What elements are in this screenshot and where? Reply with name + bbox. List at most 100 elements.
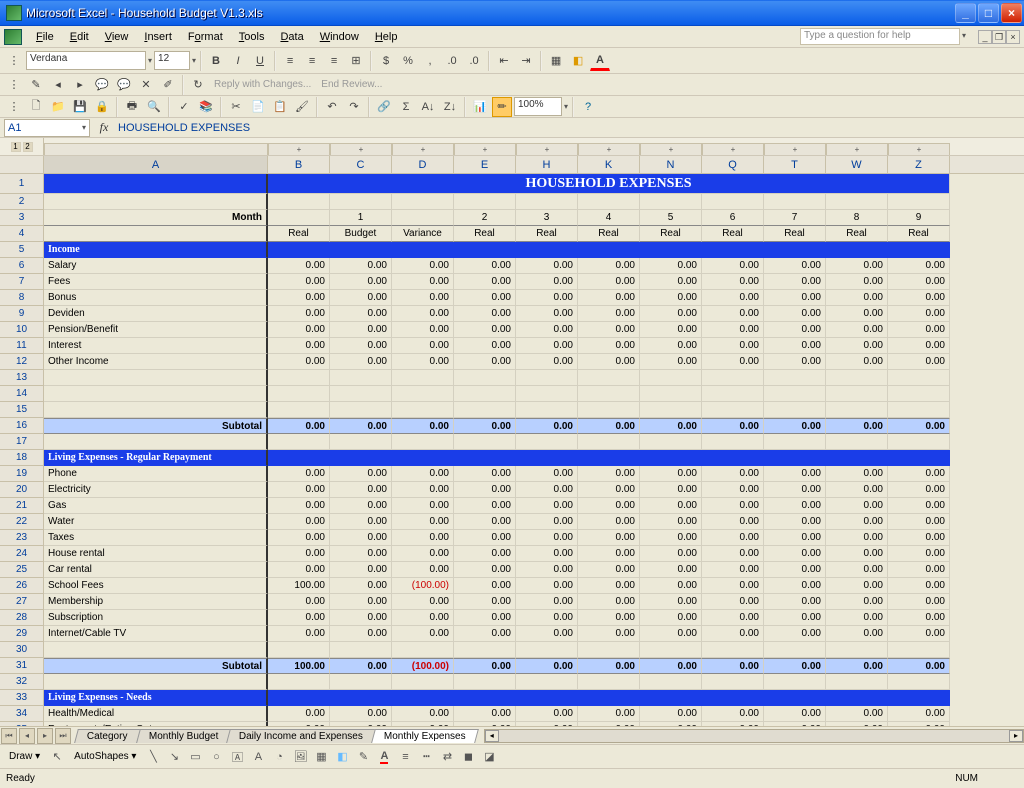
autosum-button[interactable]: Σ xyxy=(396,97,416,117)
maximize-button[interactable]: □ xyxy=(978,3,999,23)
cell[interactable]: 0.00 xyxy=(826,514,888,530)
decrease-indent-button[interactable]: ⇤ xyxy=(494,51,514,71)
handle-icon[interactable]: ⋮ xyxy=(4,75,24,95)
cell[interactable]: Subtotal xyxy=(44,418,268,434)
cell[interactable] xyxy=(392,690,454,706)
cell[interactable]: 0.00 xyxy=(392,418,454,434)
cell[interactable]: 0.00 xyxy=(392,706,454,722)
cut-button[interactable]: ✂ xyxy=(226,97,246,117)
cell[interactable]: 0.00 xyxy=(764,482,826,498)
cell[interactable]: 0.00 xyxy=(330,706,392,722)
save-button[interactable]: 💾 xyxy=(70,97,90,117)
row-header-24[interactable]: 24 xyxy=(0,546,44,562)
cell[interactable] xyxy=(888,194,950,210)
cell[interactable]: 0.00 xyxy=(578,338,640,354)
cell[interactable] xyxy=(888,674,950,690)
cell[interactable]: 0.00 xyxy=(330,578,392,594)
cell[interactable] xyxy=(268,402,330,418)
cell[interactable]: 0.00 xyxy=(888,562,950,578)
cell[interactable]: 0.00 xyxy=(330,466,392,482)
cell[interactable]: 0.00 xyxy=(888,514,950,530)
cell[interactable]: 0.00 xyxy=(578,482,640,498)
cell[interactable]: 0.00 xyxy=(330,610,392,626)
sheet-title-cell[interactable]: HOUSEHOLD EXPENSES xyxy=(268,174,950,194)
sort-asc-button[interactable]: A↓ xyxy=(418,97,438,117)
cell[interactable]: 0.00 xyxy=(516,578,578,594)
cell[interactable]: 0.00 xyxy=(392,322,454,338)
cell[interactable]: Real xyxy=(702,226,764,242)
cell[interactable]: 0.00 xyxy=(702,626,764,642)
open-button[interactable]: 📁 xyxy=(48,97,68,117)
cell[interactable] xyxy=(44,434,268,450)
column-header-E[interactable]: E xyxy=(454,156,516,173)
cell[interactable]: 0.00 xyxy=(640,514,702,530)
cell[interactable] xyxy=(454,450,516,466)
cell[interactable] xyxy=(454,386,516,402)
outline-level-2[interactable]: 2 xyxy=(23,142,33,152)
cell[interactable]: 0.00 xyxy=(764,546,826,562)
cell[interactable] xyxy=(330,402,392,418)
cell[interactable]: 0.00 xyxy=(640,274,702,290)
scroll-left-button[interactable]: ◂ xyxy=(485,730,499,742)
row-header-20[interactable]: 20 xyxy=(0,482,44,498)
print-button[interactable]: 🖶 xyxy=(122,97,142,117)
cell[interactable]: 0.00 xyxy=(888,482,950,498)
font-color-button[interactable]: A xyxy=(590,51,610,71)
tab-first-button[interactable]: ⏮ xyxy=(1,728,17,744)
cell[interactable]: 5 xyxy=(640,210,702,226)
cell[interactable] xyxy=(640,450,702,466)
cell[interactable]: 0.00 xyxy=(454,322,516,338)
cell[interactable]: 0.00 xyxy=(826,322,888,338)
cell[interactable]: 0.00 xyxy=(516,290,578,306)
3d-button[interactable]: ◪ xyxy=(480,748,498,766)
cell[interactable] xyxy=(764,386,826,402)
cell[interactable]: 0.00 xyxy=(268,338,330,354)
cell[interactable] xyxy=(764,674,826,690)
cell[interactable]: 0.00 xyxy=(454,594,516,610)
cell[interactable] xyxy=(268,642,330,658)
cell[interactable]: 0.00 xyxy=(578,562,640,578)
cell[interactable]: 0.00 xyxy=(826,466,888,482)
cell[interactable]: 0.00 xyxy=(826,626,888,642)
outline-col-K[interactable]: + xyxy=(578,143,640,155)
handle-icon[interactable]: ⋮ xyxy=(4,97,24,117)
cell[interactable]: 0.00 xyxy=(392,338,454,354)
outline-level-1[interactable]: 1 xyxy=(11,142,21,152)
cell[interactable]: 0.00 xyxy=(268,706,330,722)
cell[interactable] xyxy=(330,242,392,258)
cell[interactable]: Gas xyxy=(44,498,268,514)
cell[interactable]: 0.00 xyxy=(764,530,826,546)
cell[interactable]: 0.00 xyxy=(702,482,764,498)
cell[interactable]: 0.00 xyxy=(578,610,640,626)
row-header-4[interactable]: 4 xyxy=(0,226,44,242)
cell[interactable]: 0.00 xyxy=(764,594,826,610)
cell[interactable]: 0.00 xyxy=(764,466,826,482)
textbox-button[interactable]: 🄰 xyxy=(228,748,246,766)
cell[interactable] xyxy=(702,450,764,466)
cell[interactable]: 0.00 xyxy=(826,482,888,498)
cell[interactable] xyxy=(454,674,516,690)
cell[interactable] xyxy=(392,386,454,402)
cell[interactable] xyxy=(702,194,764,210)
cell[interactable]: 0.00 xyxy=(516,498,578,514)
cell[interactable] xyxy=(826,642,888,658)
cell[interactable]: 0.00 xyxy=(826,418,888,434)
cell[interactable]: 0.00 xyxy=(640,498,702,514)
cell[interactable]: 0.00 xyxy=(516,514,578,530)
cell[interactable]: 0.00 xyxy=(888,290,950,306)
column-header-C[interactable]: C xyxy=(330,156,392,173)
cell[interactable] xyxy=(516,402,578,418)
menu-help[interactable]: Help xyxy=(367,29,406,45)
cell[interactable]: 0.00 xyxy=(330,626,392,642)
column-header-D[interactable]: D xyxy=(392,156,454,173)
cell[interactable] xyxy=(268,386,330,402)
cell[interactable]: 0.00 xyxy=(640,354,702,370)
row-header-5[interactable]: 5 xyxy=(0,242,44,258)
percent-button[interactable]: % xyxy=(398,51,418,71)
cell[interactable]: 0.00 xyxy=(702,594,764,610)
cell[interactable]: 0.00 xyxy=(640,322,702,338)
cell[interactable] xyxy=(578,674,640,690)
cell[interactable]: 0.00 xyxy=(578,274,640,290)
cell[interactable]: Living Expenses - Needs xyxy=(44,690,268,706)
cell[interactable] xyxy=(826,690,888,706)
